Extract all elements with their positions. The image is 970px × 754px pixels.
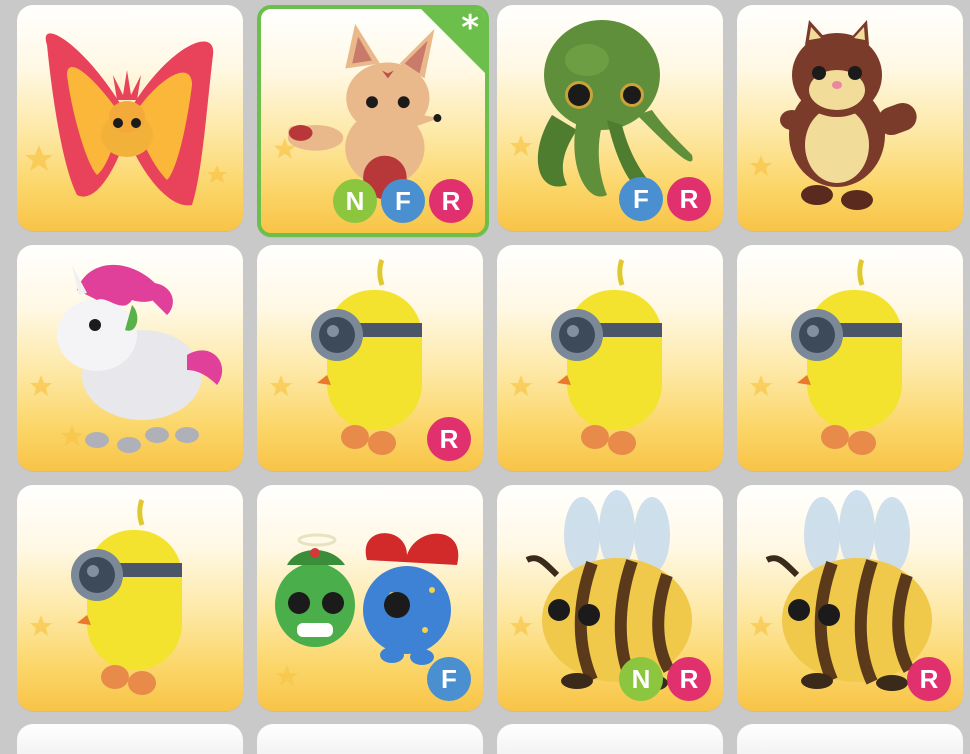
neon-badge: N — [619, 657, 663, 701]
inventory-slot-14-partial[interactable] — [257, 724, 483, 754]
pet-badges: N R — [619, 657, 711, 701]
inventory-slot-6[interactable]: R — [257, 245, 483, 471]
fly-badge: F — [619, 177, 663, 221]
inventory-slot-5[interactable] — [17, 245, 243, 471]
ride-badge: R — [667, 177, 711, 221]
inventory-slot-9[interactable] — [17, 485, 243, 711]
butterfly-pet-icon — [25, 33, 227, 206]
inventory-slot-10[interactable]: F — [257, 485, 483, 711]
inventory-slot-7[interactable] — [497, 245, 723, 471]
selected-star-icon: * — [461, 8, 479, 48]
pet-badges: F — [427, 657, 471, 701]
pet-inventory-grid: * N F R F R R F N R R — [0, 0, 970, 754]
ride-badge: R — [427, 417, 471, 461]
inventory-slot-15-partial[interactable] — [497, 724, 723, 754]
pet-badges: F R — [619, 177, 711, 221]
unicorn-pet-icon — [30, 264, 223, 453]
fly-badge: F — [427, 657, 471, 701]
minion-pet-icon — [30, 498, 182, 695]
minion-pet-icon — [510, 258, 662, 455]
minion-pet-icon — [750, 258, 902, 455]
ride-badge: R — [429, 179, 473, 223]
inventory-slot-11[interactable]: N R — [497, 485, 723, 711]
neon-badge: N — [333, 179, 377, 223]
inventory-slot-8[interactable] — [737, 245, 963, 471]
inventory-slot-4[interactable] — [737, 5, 963, 231]
ride-badge: R — [907, 657, 951, 701]
fly-badge: F — [381, 179, 425, 223]
squirrel-pet-icon — [750, 20, 917, 210]
ride-badge: R — [667, 657, 711, 701]
pet-badges: N F R — [333, 179, 473, 223]
inventory-slot-2-selected[interactable]: * N F R — [257, 5, 489, 237]
inventory-slot-16-partial[interactable] — [737, 724, 963, 754]
inventory-slot-3[interactable]: F R — [497, 5, 723, 231]
inventory-slot-1[interactable] — [17, 5, 243, 231]
pet-badges: R — [427, 417, 471, 461]
pet-badges: R — [907, 657, 951, 701]
inventory-slot-13-partial[interactable] — [17, 724, 243, 754]
inventory-slot-12[interactable]: R — [737, 485, 963, 711]
